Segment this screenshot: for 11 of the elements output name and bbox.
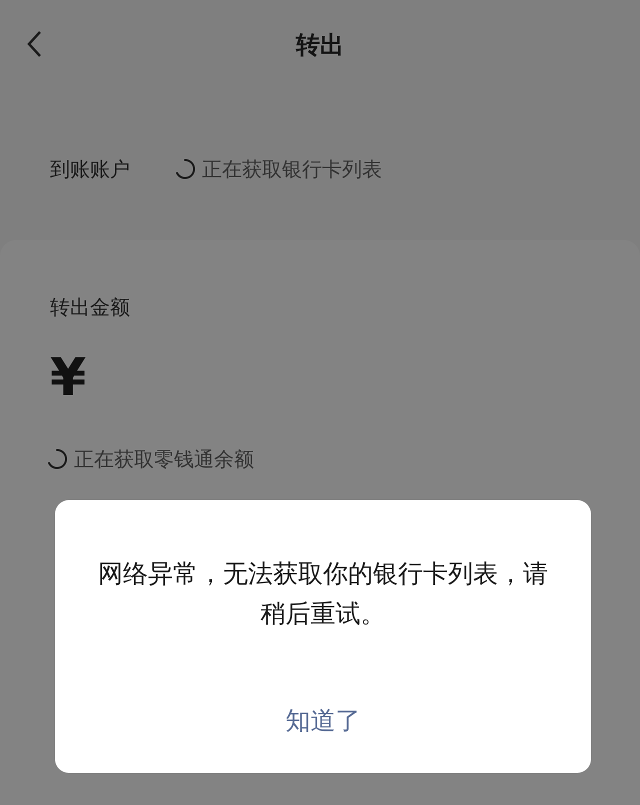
amount-label: 转出金额 <box>50 294 131 321</box>
loading-text: 正在获取零钱通余额 <box>74 446 254 473</box>
ok-button[interactable]: 知道了 <box>266 696 380 745</box>
loading-text: 正在获取银行卡列表 <box>202 156 382 183</box>
back-chevron-icon <box>26 30 42 58</box>
account-label: 到账账户 <box>50 156 130 183</box>
page-title: 转出 <box>296 30 344 61</box>
loading-spinner-icon <box>174 158 196 180</box>
currency-symbol: ¥ <box>50 352 88 404</box>
dialog-message: 网络异常，无法获取你的银行卡列表，请稍后重试。 <box>97 558 549 630</box>
loading-spinner-icon <box>46 448 68 470</box>
